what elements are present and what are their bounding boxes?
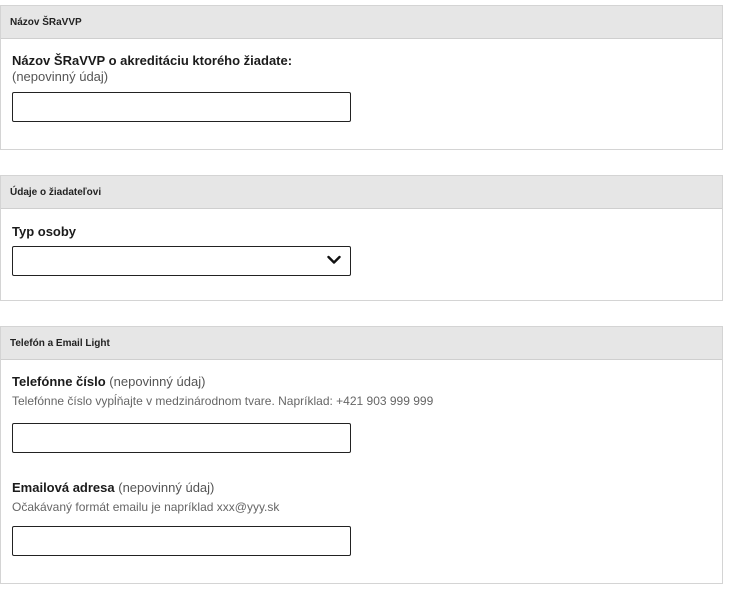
person-type-select-wrap[interactable] [12, 246, 351, 276]
applicant-panel: Údaje o žiadateľovi Typ osoby [0, 175, 723, 301]
srawp-panel-header: Názov ŠRaVVP [1, 6, 722, 39]
email-input[interactable] [12, 526, 351, 556]
email-label-line: Emailová adresa (nepovinný údaj) [12, 480, 711, 496]
srawp-panel: Názov ŠRaVVP Názov ŠRaVVP o akreditáciu … [0, 5, 723, 150]
applicant-panel-title: Údaje o žiadateľovi [10, 186, 102, 198]
phone-input[interactable] [12, 423, 351, 453]
phone-optional-note: (nepovinný údaj) [109, 374, 206, 389]
contact-panel: Telefón a Email Light Telefónne číslo (n… [0, 326, 723, 584]
srawp-name-label: Názov ŠRaVVP o akreditáciu ktorého žiada… [12, 53, 293, 68]
srawp-name-input[interactable] [12, 92, 351, 122]
email-hint: Očakávaný formát emailu je napríklad xxx… [12, 500, 280, 514]
contact-panel-header: Telefón a Email Light [1, 327, 722, 360]
phone-label-line: Telefónne číslo (nepovinný údaj) [12, 374, 711, 390]
email-optional-note: (nepovinný údaj) [118, 480, 215, 495]
person-type-select[interactable] [12, 246, 351, 276]
phone-label: Telefónne číslo [12, 374, 106, 389]
contact-panel-title: Telefón a Email Light [10, 337, 110, 349]
person-type-label: Typ osoby [12, 224, 77, 239]
applicant-panel-header: Údaje o žiadateľovi [1, 176, 722, 209]
srawp-optional-note: (nepovinný údaj) [12, 69, 109, 84]
email-label: Emailová adresa [12, 480, 115, 495]
srawp-panel-title: Názov ŠRaVVP [10, 16, 82, 28]
phone-hint: Telefónne číslo vypĺňajte v medzinárodno… [12, 394, 434, 408]
